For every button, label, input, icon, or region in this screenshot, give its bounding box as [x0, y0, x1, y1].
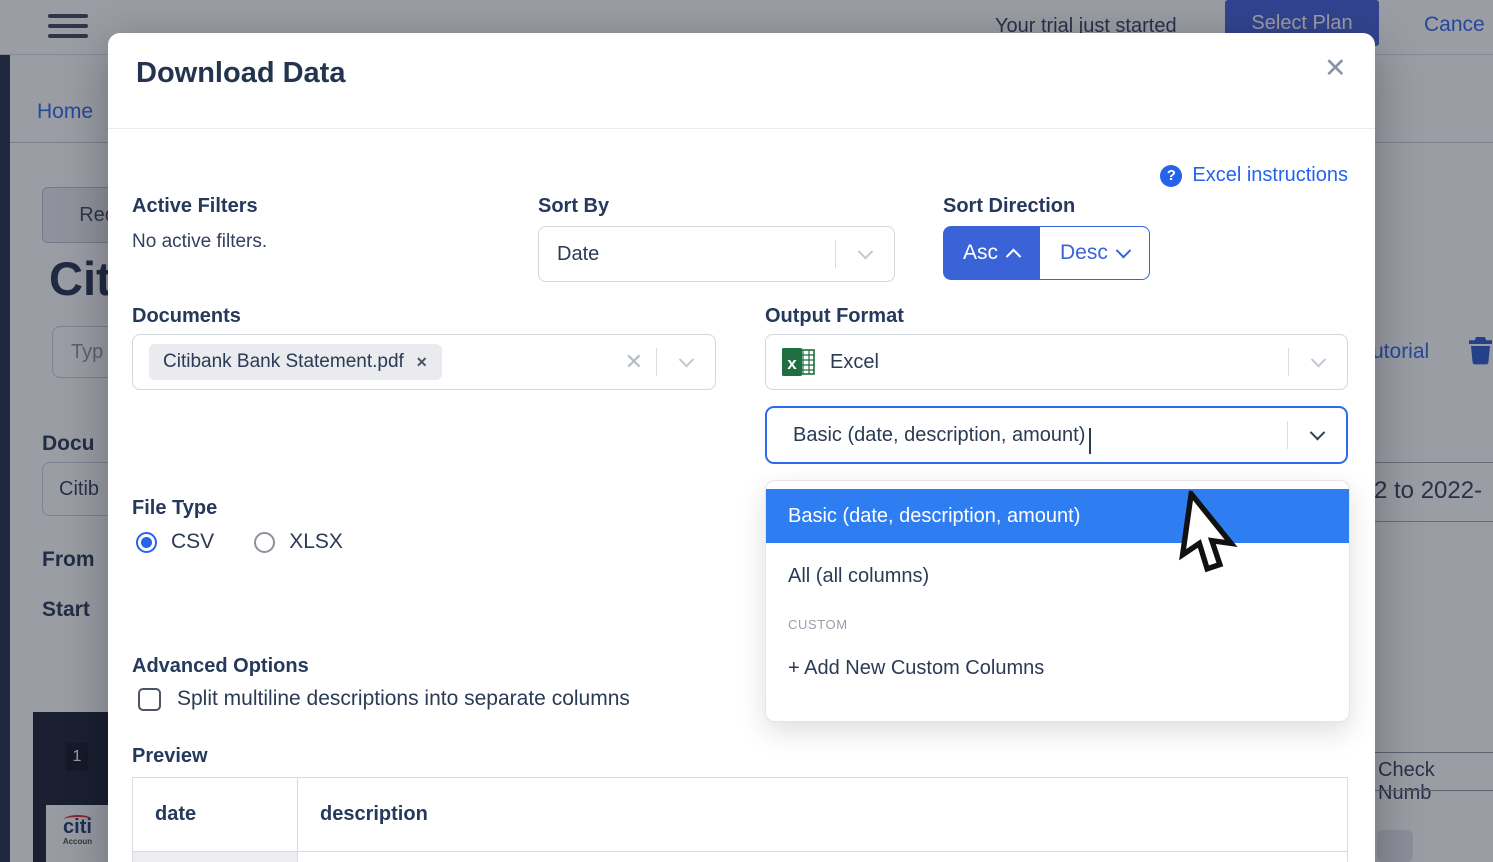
split-multiline-option: Split multiline descriptions into separa…: [138, 687, 630, 711]
chevron-down-icon: [1115, 242, 1132, 258]
csv-radio[interactable]: [136, 531, 157, 553]
chevron-up-icon: [1005, 248, 1022, 264]
preview-col-date: date: [133, 778, 298, 851]
download-data-modal: Download Data ✕ ? Excel instructions Act…: [108, 33, 1375, 862]
chevron-down-icon[interactable]: [678, 351, 694, 367]
desc-button[interactable]: Desc: [1039, 226, 1150, 280]
excel-icon: x: [782, 347, 816, 377]
preview-header-row: date description: [133, 778, 1347, 851]
custom-group-label: CUSTOM: [788, 617, 848, 632]
output-format-label: Output Format: [765, 305, 904, 327]
mouse-cursor: [1179, 489, 1238, 573]
output-format-select[interactable]: x Excel: [765, 334, 1348, 390]
excel-instructions-link[interactable]: Excel instructions: [1192, 164, 1348, 187]
text-caret: [1089, 428, 1092, 454]
columns-dropdown-menu: Basic (date, description, amount) All (a…: [765, 480, 1350, 722]
option-basic[interactable]: Basic (date, description, amount): [766, 489, 1349, 543]
output-format-value: Excel: [830, 350, 879, 373]
chevron-down-icon[interactable]: [1310, 351, 1326, 367]
sort-direction-label: Sort Direction: [943, 195, 1076, 217]
documents-label: Documents: [132, 305, 241, 327]
sort-by-value: Date: [557, 242, 600, 265]
option-all[interactable]: All (all columns): [766, 549, 1349, 603]
modal-header-divider: [108, 128, 1375, 129]
documents-multiselect[interactable]: Citibank Bank Statement.pdf ✕ ✕: [132, 334, 716, 390]
excel-instructions: ? Excel instructions: [1160, 164, 1348, 187]
asc-button[interactable]: Asc: [943, 226, 1040, 280]
file-type-label: File Type: [132, 497, 218, 519]
file-type-options: CSV XLSX: [136, 530, 343, 554]
add-custom-columns-option[interactable]: + Add New Custom Columns: [766, 641, 1349, 695]
preview-table: date description: [132, 777, 1348, 862]
modal-title: Download Data: [136, 57, 346, 89]
svg-text:x: x: [787, 354, 797, 373]
sort-by-label: Sort By: [538, 195, 610, 217]
columns-select-value: Basic (date, description, amount): [793, 423, 1086, 446]
chevron-down-icon[interactable]: [1309, 424, 1325, 440]
clear-selection-icon[interactable]: ✕: [625, 349, 643, 375]
chevron-down-icon[interactable]: [857, 243, 873, 259]
close-icon[interactable]: ✕: [1324, 55, 1347, 82]
help-icon[interactable]: ?: [1160, 164, 1183, 187]
preview-data-row: [133, 851, 1347, 862]
columns-select-focused[interactable]: Basic (date, description, amount): [765, 406, 1348, 464]
active-filters-empty-text: No active filters.: [132, 231, 268, 252]
sort-by-select[interactable]: Date: [538, 226, 895, 282]
csv-radio-label[interactable]: CSV: [171, 530, 214, 554]
xlsx-radio[interactable]: [254, 531, 276, 553]
preview-label: Preview: [132, 745, 208, 767]
xlsx-radio-label[interactable]: XLSX: [289, 530, 343, 554]
preview-col-description: description: [320, 803, 428, 825]
sort-direction-toggle: Asc Desc: [943, 226, 1150, 280]
advanced-options-label: Advanced Options: [132, 655, 309, 677]
tag-remove-icon[interactable]: ✕: [416, 354, 428, 371]
document-tag: Citibank Bank Statement.pdf ✕: [149, 344, 442, 380]
split-multiline-label[interactable]: Split multiline descriptions into separa…: [177, 687, 630, 711]
split-multiline-checkbox[interactable]: [138, 687, 161, 711]
active-filters-label: Active Filters: [132, 195, 258, 217]
